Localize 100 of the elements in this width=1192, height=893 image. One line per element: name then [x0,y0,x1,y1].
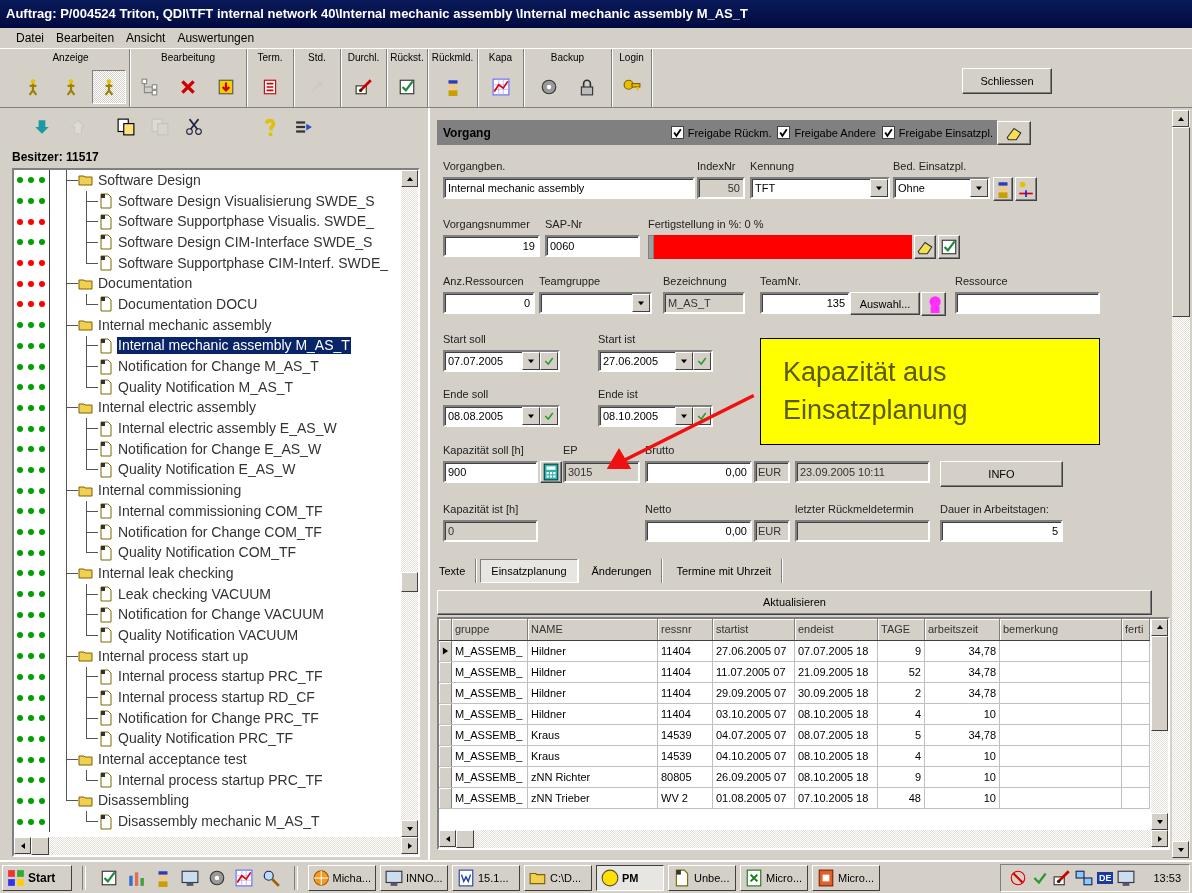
scrollbar[interactable] [439,830,1168,848]
tree-item[interactable]: Documentation DOCU [117,295,259,313]
dropdown-button[interactable] [870,179,888,197]
tree-item[interactable]: Internal acceptance test [97,751,248,769]
dropdown-field[interactable] [539,292,652,314]
tree-item[interactable]: Quality Notification PRC_TF [117,730,295,748]
scroll-thumb[interactable] [31,837,49,855]
dropdown-button[interactable] [675,407,693,425]
checkbox[interactable] [670,126,684,139]
tree-item[interactable]: Disassembling [97,792,191,810]
taskbar-button[interactable]: Micro... [812,864,880,891]
tree-item[interactable]: Internal mechanic assembly M_AS_T [117,337,351,355]
scroll-down-button[interactable] [401,820,418,837]
dropdown-field[interactable]: TFT [750,177,890,199]
date-field[interactable]: 08.08.2005 [443,405,560,427]
taskbar-button[interactable]: Micha... [308,864,376,891]
close-button[interactable]: Schliessen [962,68,1052,94]
column-header[interactable]: gruppe [452,618,528,640]
column-header[interactable]: arbeitszeit [925,618,1000,640]
refresh-button[interactable]: Aktualisieren [437,589,1152,615]
tree-item[interactable]: Leak checking VACUUM [117,585,273,603]
menu-item[interactable]: Ansicht [120,31,172,45]
scroll-up-button[interactable] [1172,110,1189,127]
tree-item[interactable]: Documentation [97,275,194,293]
dropdown-button[interactable] [522,407,540,425]
tree-item[interactable]: Notification for Change VACUUM [117,606,325,624]
dropdown-button[interactable] [522,351,540,370]
scroll-up-button[interactable] [401,170,418,187]
menu-item[interactable]: Auswertungen [171,31,261,45]
column-header[interactable]: TAGE [878,618,925,640]
tree-item[interactable]: Internal commissioning [97,482,243,500]
taskbar-button[interactable]: Unbe... [668,864,736,891]
tree-item[interactable]: Quality Notification M_AS_T [117,378,295,396]
taskbar-button[interactable]: INNO... [380,864,448,891]
language-indicator[interactable]: DE [1096,871,1114,884]
dropdown-button[interactable] [632,294,650,312]
search-icon[interactable] [262,868,280,887]
tree-item[interactable]: Software Design [97,171,202,189]
reel-icon[interactable] [208,868,226,887]
checkbox[interactable] [777,126,791,139]
scrollbar[interactable] [14,837,418,855]
icon-button[interactable] [921,292,946,316]
text-field[interactable]: 0060 [545,234,640,257]
tree-item[interactable]: Internal process startup PRC_TF [117,771,324,789]
tree-item[interactable]: Internal leak checking [97,564,235,582]
scroll-right-button[interactable] [1151,830,1168,847]
text-field[interactable]: 135 [760,292,850,314]
scroll-thumb[interactable] [456,830,474,848]
tree-item[interactable]: Software Supportphase CIM-Interf. SWDE_ [117,254,389,272]
tree-item[interactable]: Quality Notification VACUUM [117,626,300,644]
scroll-left-button[interactable] [439,830,456,847]
icon-button[interactable] [914,234,936,259]
column-header[interactable]: ressnr [658,618,713,640]
date-field[interactable]: 27.06.2005 [598,349,713,372]
action-button[interactable]: INFO [940,460,1063,487]
tree-item[interactable]: Notification for Change M_AS_T [117,358,320,376]
date-field[interactable]: 07.07.2005 [443,349,560,372]
taskbar-button[interactable]: PM [596,864,664,891]
text-field[interactable]: 0,00 [645,520,752,542]
tree-item[interactable]: Notification for Change E_AS_W [117,440,323,458]
tab[interactable]: Einsatzplanung [480,558,578,583]
tree-item[interactable]: Disassembly mechanic M_AS_T [117,813,321,831]
tree-item[interactable]: Internal process startup PRC_TF [117,668,324,686]
dropdown-button[interactable] [675,351,693,370]
column-header[interactable]: startist [713,618,795,640]
text-field[interactable]: 0 [443,292,535,314]
tree-item[interactable]: Internal electric assembly E_AS_W [117,420,338,438]
text-field[interactable]: Internal mechanic assembly [443,177,695,199]
tree-item[interactable]: Internal commissioning COM_TF [117,502,324,520]
scroll-left-button[interactable] [14,837,31,854]
action-button[interactable]: Auswahl... [850,292,920,315]
taskbar-button[interactable]: Micro... [740,864,808,891]
checkbox[interactable] [881,126,895,139]
menu-item[interactable]: Datei [10,31,50,45]
taskbar-button[interactable]: C:\D... [524,864,592,891]
scroll-thumb[interactable] [1172,127,1190,317]
icon-button[interactable] [993,177,1013,201]
dropdown-button[interactable] [970,179,988,197]
scroll-thumb[interactable] [1151,635,1168,731]
text-field[interactable]: 5 [940,520,1063,542]
tree-item[interactable]: Internal process start up [97,647,250,665]
start-button[interactable]: Start [2,864,72,891]
tree-item[interactable]: Internal electric assembly [97,399,257,417]
scrollbar[interactable] [1151,618,1168,830]
confirm-button[interactable] [540,351,558,370]
confirm-button[interactable] [540,407,558,425]
icon-button[interactable] [997,120,1031,145]
scroll-right-button[interactable] [401,837,418,854]
tree-item[interactable]: Notification for Change COM_TF [117,523,323,541]
checklist-icon[interactable] [100,868,118,887]
scrollbar[interactable] [1172,110,1190,858]
date-field[interactable]: 08.10.2005 [598,405,713,427]
tree-item[interactable]: Quality Notification E_AS_W [117,461,297,479]
column-header[interactable]: endeist [795,618,878,640]
monitor-icon[interactable] [181,868,199,887]
icon-button[interactable] [1015,177,1037,201]
text-field[interactable]: 900 [443,460,538,483]
text-field[interactable]: 0,00 [645,460,752,483]
column-header[interactable]: NAME [528,618,658,640]
tree-item[interactable]: Internal process startup RD_CF [117,689,316,707]
